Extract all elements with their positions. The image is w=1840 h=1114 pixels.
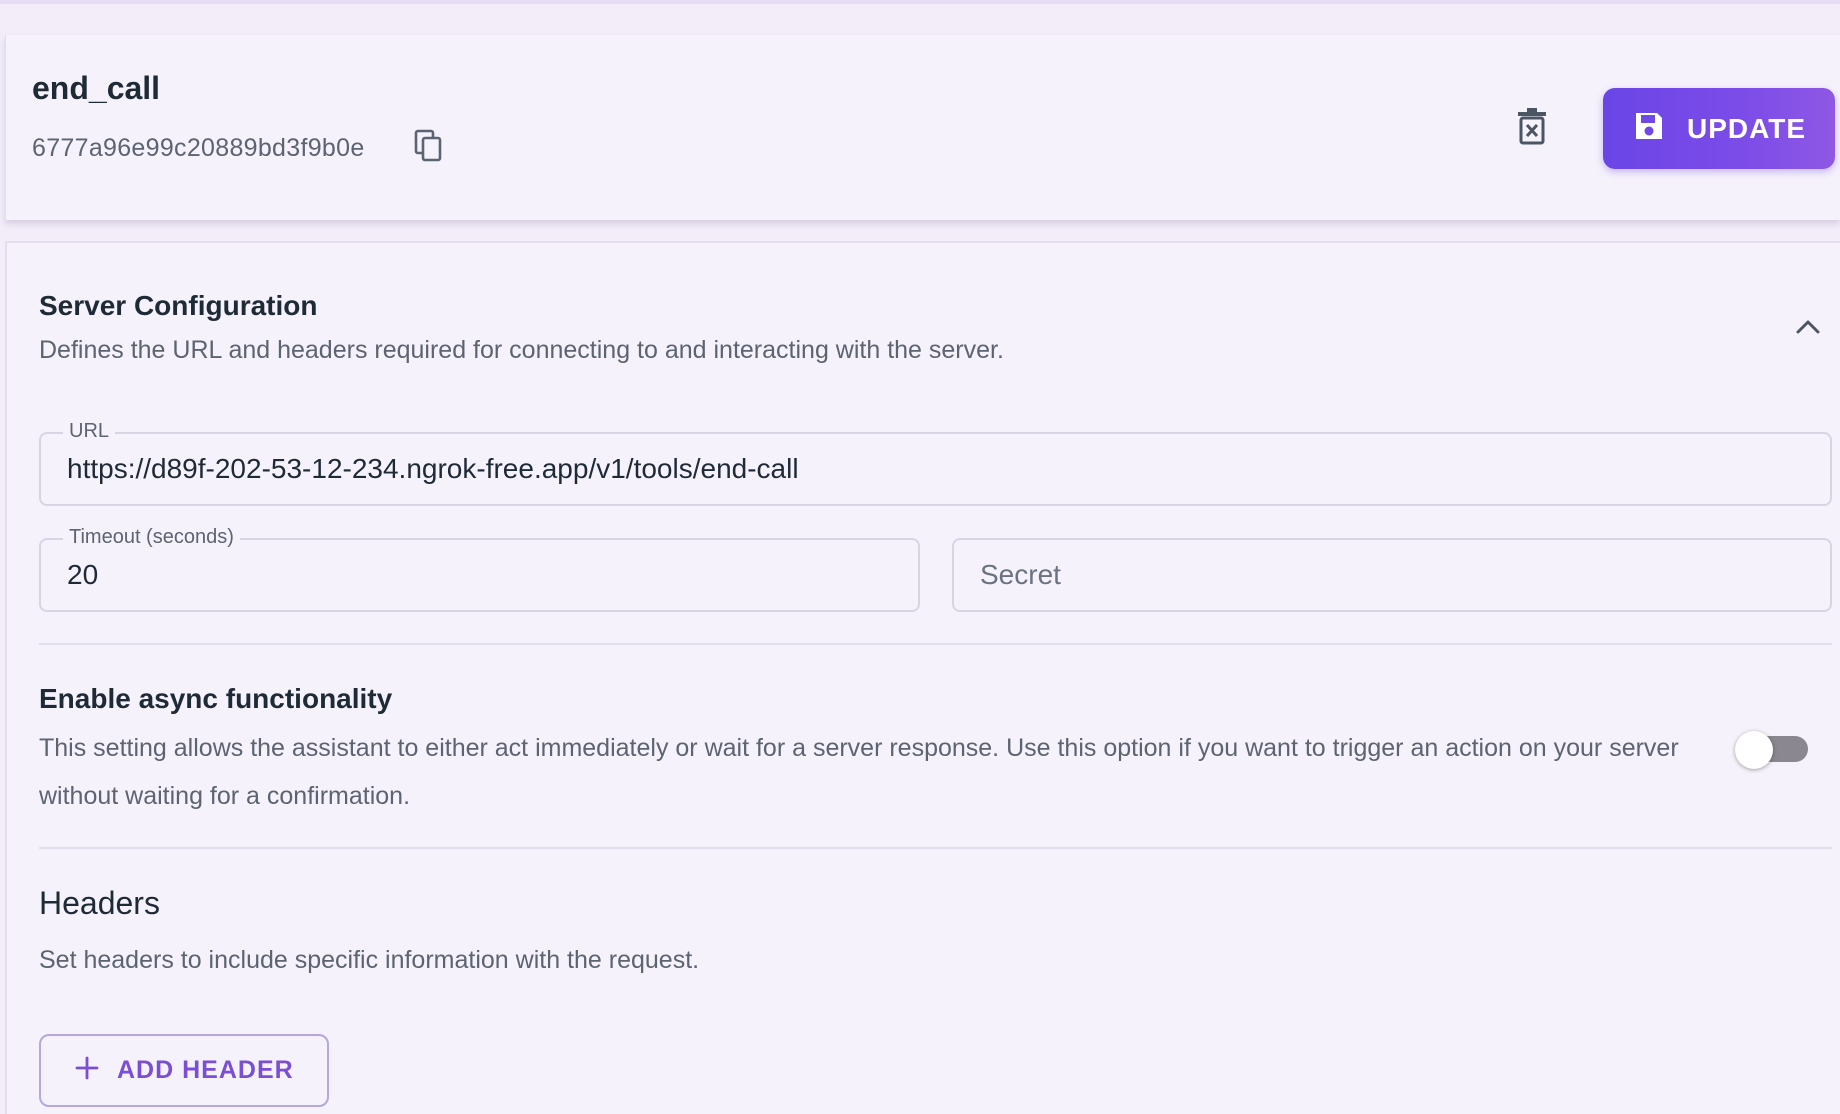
divider (39, 847, 1832, 849)
headers-description: Set headers to include specific informat… (39, 946, 700, 974)
chevron-up-icon (1795, 319, 1821, 340)
tool-header-card (5, 35, 1840, 220)
secret-input[interactable] (980, 540, 1804, 610)
collapse-section-button[interactable] (1788, 314, 1828, 344)
timeout-input[interactable] (67, 540, 892, 610)
async-toggle[interactable] (1735, 731, 1810, 769)
async-description: This setting allows the assistant to eit… (39, 734, 1679, 810)
delete-button[interactable] (1510, 106, 1554, 150)
tool-id: 6777a96e99c20889bd3f9b0e (32, 134, 365, 162)
plus-icon (75, 1056, 99, 1085)
update-button-label: UPDATE (1687, 112, 1807, 144)
server-config-title: Server Configuration (39, 290, 318, 321)
toggle-knob (1735, 731, 1773, 769)
copy-id-button[interactable] (411, 129, 447, 168)
top-strip (0, 0, 1840, 4)
url-field: URL (39, 420, 1832, 506)
url-input[interactable] (67, 434, 1804, 504)
timeout-field: Timeout (seconds) (39, 526, 920, 612)
delete-icon (1517, 107, 1547, 150)
secret-field (952, 538, 1832, 612)
async-title: Enable async functionality (39, 683, 393, 714)
server-config-description: Defines the URL and headers required for… (39, 336, 1004, 364)
copy-icon (414, 129, 444, 168)
server-config-panel (5, 241, 1840, 1114)
tool-name: end_call (32, 70, 161, 106)
add-header-label: ADD HEADER (117, 1056, 294, 1084)
headers-title: Headers (39, 885, 160, 921)
update-button[interactable]: UPDATE (1603, 88, 1835, 169)
add-header-button[interactable]: ADD HEADER (39, 1034, 329, 1107)
divider (39, 643, 1832, 645)
save-icon (1633, 110, 1665, 147)
